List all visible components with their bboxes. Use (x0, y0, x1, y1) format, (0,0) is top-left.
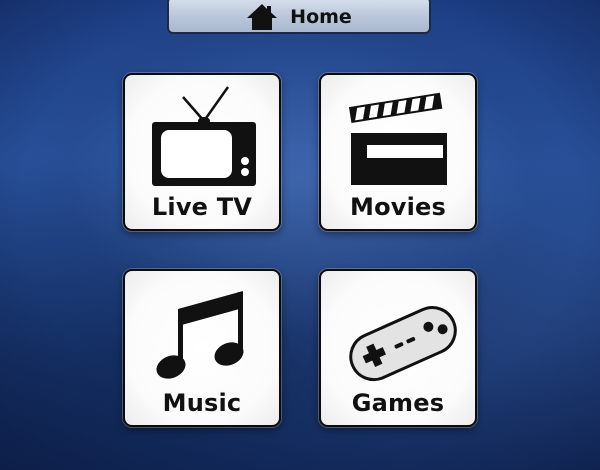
tile-label: Music (162, 389, 242, 417)
games-tile[interactable]: Games (319, 269, 477, 427)
background-vignette (0, 0, 600, 470)
live-tv-tile[interactable]: Live TV (123, 73, 281, 231)
tile-label: Movies (349, 193, 446, 221)
home-button[interactable]: Home (167, 0, 431, 34)
house-icon (247, 4, 278, 30)
movies-tile[interactable]: Movies (319, 73, 477, 231)
home-label: Home (290, 6, 352, 28)
tile-label: Games (351, 389, 445, 417)
tile-label: Live TV (151, 193, 253, 221)
music-tile[interactable]: Music (123, 269, 281, 427)
